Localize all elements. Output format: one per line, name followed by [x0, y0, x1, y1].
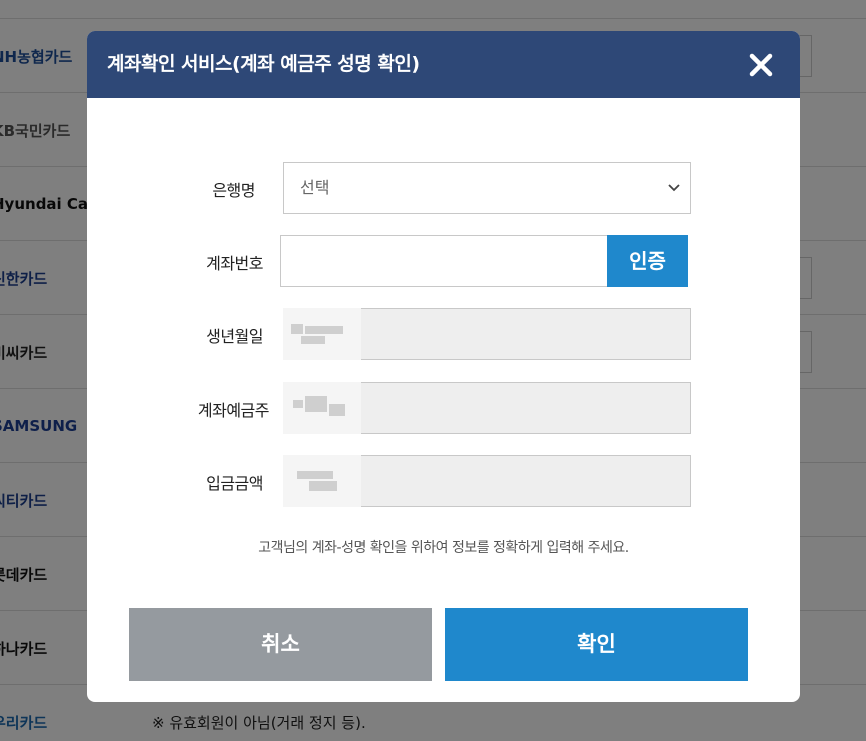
close-x-icon[interactable] [746, 50, 776, 80]
modal-title: 계좌확인 서비스(계좌 예금주 성명 확인) [107, 53, 420, 75]
auth-button[interactable]: 인증 [607, 235, 688, 287]
helper-text: 고객님의 계좌-성명 확인을 위하여 정보를 정확하게 입력해 주세요. [258, 540, 629, 556]
bank-select[interactable]: 선택 [283, 162, 691, 214]
account-number-input[interactable] [280, 235, 607, 287]
chevron-down-icon [668, 184, 680, 192]
birth-label: 생년월일 [206, 327, 263, 346]
bank-select-value: 선택 [300, 178, 330, 197]
cancel-button[interactable]: 취소 [129, 608, 432, 681]
amount-masked-value [283, 455, 361, 507]
bank-label: 은행명 [212, 181, 255, 200]
birth-masked-value [283, 308, 361, 360]
account-label: 계좌번호 [206, 254, 263, 273]
holder-masked-value [283, 382, 361, 434]
holder-label: 계좌예금주 [197, 401, 270, 420]
amount-label: 입금금액 [206, 474, 263, 493]
account-verify-modal: 계좌확인 서비스(계좌 예금주 성명 확인) 은행명 선택 계좌번호 인증 생년… [87, 31, 800, 702]
modal-header: 계좌확인 서비스(계좌 예금주 성명 확인) [87, 31, 800, 98]
confirm-button[interactable]: 확인 [445, 608, 748, 681]
